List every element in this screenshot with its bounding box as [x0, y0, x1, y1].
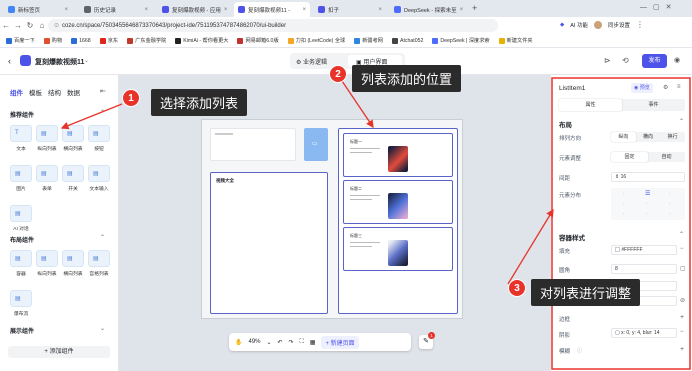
annotation-callout-2: 列表添加的位置 [352, 65, 462, 92]
properties-highlight-frame [551, 77, 691, 370]
annotation-badge-2: 2 [329, 65, 347, 83]
annotation-badge-1: 1 [122, 89, 140, 107]
annotation-badge-3: 3 [508, 279, 526, 297]
arrow-to-list-component [60, 103, 123, 130]
annotation-callout-1: 选择添加列表 [151, 89, 248, 116]
annotation-arrows [60, 77, 691, 370]
annotation-callout-3: 对列表进行调整 [531, 279, 641, 306]
arrow-to-properties [507, 208, 554, 285]
